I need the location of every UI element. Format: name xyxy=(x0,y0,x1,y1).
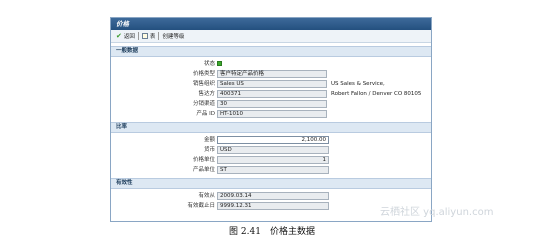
rate-form: 金额 2,100.00 货币 USD 价格单位 1 产品单位 ST xyxy=(111,133,431,175)
dist-channel-label: 分销渠道 xyxy=(192,101,215,107)
sales-org-description: US Sales & Service, xyxy=(331,81,385,87)
save-button[interactable]: 表 xyxy=(141,32,156,40)
create-condition-label: 创建等级 xyxy=(162,34,185,40)
amount-label: 金额 xyxy=(203,137,215,143)
currency-label: 货币 xyxy=(203,147,215,153)
figure-caption: 图 2.41 价格主数据 xyxy=(229,227,315,237)
toolbar-separator xyxy=(158,32,160,40)
section-rate-header: 比率 xyxy=(111,122,431,133)
sold-to-row: 售达方 400371 Robert Fallon / Denver CO 801… xyxy=(111,89,431,99)
sales-org-field[interactable]: Sales US xyxy=(217,80,327,88)
create-condition-button[interactable]: 创建等级 xyxy=(162,32,184,40)
back-button-label: 返回 xyxy=(123,34,135,40)
product-id-label: 产品 ID xyxy=(196,111,215,117)
currency-row: 货币 USD xyxy=(111,145,431,155)
sales-org-row: 销售组织 Sales US US Sales & Service, xyxy=(111,79,431,89)
amount-input[interactable]: 2,100.00 xyxy=(217,136,329,144)
dist-channel-field[interactable]: 30 xyxy=(217,100,327,108)
window-title: 价格 xyxy=(111,18,431,30)
product-unit-label: 产品单位 xyxy=(192,167,215,173)
price-unit-label: 价格单位 xyxy=(192,157,215,163)
toolbar: ✔ 返回 表 创建等级 xyxy=(111,30,431,43)
status-row: 状态 xyxy=(111,59,431,69)
sold-to-description: Robert Fallon / Denver CO 80105 xyxy=(331,91,422,97)
valid-from-row: 有效从 2009.03.14 xyxy=(111,191,431,201)
general-data-form: 状态 价格类型 客户特定产品价格 销售组织 Sales US US Sales … xyxy=(111,57,431,119)
price-unit-row: 价格单位 1 xyxy=(111,155,431,165)
status-ok-icon xyxy=(217,61,222,66)
price-type-row: 价格类型 客户特定产品价格 xyxy=(111,69,431,79)
valid-from-field[interactable]: 2009.03.14 xyxy=(217,192,329,200)
product-id-row: 产品 ID HT-1010 xyxy=(111,109,431,119)
product-unit-field[interactable]: ST xyxy=(217,166,329,174)
section-general-header: 一般数据 xyxy=(111,46,431,57)
sold-to-label: 售达方 xyxy=(198,91,215,97)
price-type-field[interactable]: 客户特定产品价格 xyxy=(217,70,327,78)
sold-to-field[interactable]: 400371 xyxy=(217,90,327,98)
checkmark-icon: ✔ xyxy=(116,31,122,40)
back-button[interactable]: ✔ 返回 xyxy=(116,32,135,40)
toolbar-separator xyxy=(137,32,139,40)
save-icon xyxy=(141,33,148,39)
amount-row: 金额 2,100.00 xyxy=(111,135,431,145)
price-master-window: 价格 ✔ 返回 表 创建等级 一般数据 状态 价格类型 客户特定产品价格 销售组… xyxy=(110,17,432,222)
sales-org-label: 销售组织 xyxy=(192,81,215,87)
dist-channel-row: 分销渠道 30 xyxy=(111,99,431,109)
valid-from-label: 有效从 xyxy=(198,193,215,199)
watermark: 云栖社区 yq.aliyun.com xyxy=(380,207,494,218)
price-type-label: 价格类型 xyxy=(192,71,215,77)
valid-to-label: 有效截止日 xyxy=(187,203,215,209)
product-unit-row: 产品单位 ST xyxy=(111,165,431,175)
currency-field[interactable]: USD xyxy=(217,146,329,154)
status-label: 状态 xyxy=(203,61,215,67)
price-unit-field[interactable]: 1 xyxy=(217,156,329,164)
section-validity-header: 有效性 xyxy=(111,178,431,189)
save-button-label: 表 xyxy=(149,34,156,40)
valid-to-field[interactable]: 9999.12.31 xyxy=(217,202,329,210)
product-id-field[interactable]: HT-1010 xyxy=(217,110,327,118)
